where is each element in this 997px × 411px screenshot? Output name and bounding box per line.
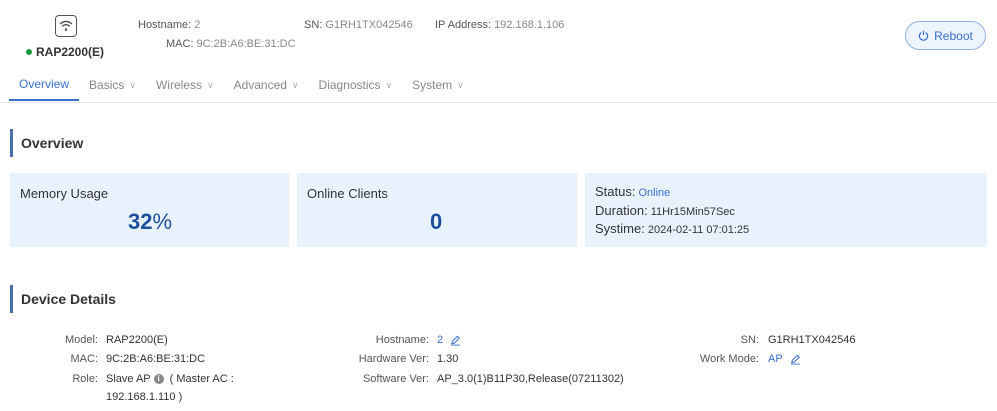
nav-tab-basics[interactable]: Basics ∨ <box>79 70 146 101</box>
master-ac-ip: 192.168.1.110 ) <box>106 391 183 403</box>
mac-value: 9C:2B:A6:BE:31:DC <box>106 353 206 365</box>
model-label: Model: <box>64 334 98 346</box>
memory-usage-label: Memory Usage <box>20 186 109 201</box>
hostname-label: Hostname: <box>375 334 429 346</box>
device-name-text: RAP2200(E) <box>36 45 105 59</box>
status-row: Status: Online <box>595 184 671 199</box>
online-clients-value: 0 <box>430 209 443 234</box>
nav-tab-overview[interactable]: Overview <box>9 70 80 101</box>
power-icon <box>918 30 929 41</box>
main-nav: Overview Basics ∨ Wireless ∨ Advanced ∨ Diagnos… <box>9 70 474 101</box>
online-clients-card: Online Clients 0 <box>297 173 577 247</box>
software-ver-label: Software Ver: <box>362 373 429 385</box>
software-ver-value: AP_3.0(1)B11P30,Release(07211302) <box>437 373 624 385</box>
work-mode-value: AP <box>768 353 801 365</box>
device-name: RAP2200(E) <box>26 45 104 59</box>
memory-usage-card: Memory Usage 32% <box>10 173 289 247</box>
systime-row: Systime: 2024-02-11 07:01:25 <box>595 221 750 236</box>
status-online-value: Online <box>638 187 671 199</box>
info-icon[interactable]: i <box>153 374 164 385</box>
header-ip: IP Address: 192.168.1.106 <box>435 19 565 31</box>
chevron-down-icon: ∨ <box>206 80 214 90</box>
header: RAP2200(E) Hostname: 2 MAC: 9C:2B:A6:BE:31… <box>0 0 997 103</box>
overview-section-title: Overview <box>10 129 83 157</box>
header-hostname: Hostname: 2 <box>138 19 201 31</box>
device-details-section-title: Device Details <box>10 285 116 313</box>
hostname-value: 2 <box>437 334 461 346</box>
hardware-ver-label: Hardware Ver: <box>358 353 429 365</box>
nav-tab-advanced[interactable]: Advanced ∨ <box>224 70 309 101</box>
edit-work-mode-icon[interactable] <box>790 354 801 365</box>
sn-label: SN: <box>740 334 759 346</box>
online-clients-label: Online Clients <box>307 186 388 201</box>
online-status-dot <box>26 49 32 55</box>
role-value: Slave AP i( Master AC : <box>106 373 234 385</box>
header-sn: SN: G1RH1TX042546 <box>304 19 413 31</box>
nav-tab-wireless[interactable]: Wireless ∨ <box>146 70 224 101</box>
status-card: Status: Online Duration: 11Hr15Min57Sec Sy… <box>585 173 987 247</box>
chevron-down-icon: ∨ <box>385 80 393 90</box>
wifi-device-icon <box>55 15 77 37</box>
reboot-button[interactable]: Reboot <box>905 21 986 50</box>
chevron-down-icon: ∨ <box>291 80 299 90</box>
memory-usage-value: 32% <box>128 209 173 234</box>
work-mode-label: Work Mode: <box>699 353 759 365</box>
sn-value: G1RH1TX042546 <box>768 334 856 346</box>
chevron-down-icon: ∨ <box>129 80 136 90</box>
header-mac: MAC: 9C:2B:A6:BE:31:DC <box>166 38 296 50</box>
edit-hostname-icon[interactable] <box>450 335 461 346</box>
mac-label: MAC: <box>70 353 99 365</box>
model-value: RAP2200(E) <box>106 334 168 346</box>
role-label: Role: <box>72 373 98 385</box>
hardware-ver-value: 1.30 <box>437 353 459 365</box>
nav-tab-diagnostics[interactable]: Diagnostics ∨ <box>309 70 403 101</box>
duration-row: Duration: 11Hr15Min57Sec <box>595 203 735 218</box>
chevron-down-icon: ∨ <box>457 80 464 90</box>
nav-tab-system[interactable]: System ∨ <box>402 70 474 101</box>
